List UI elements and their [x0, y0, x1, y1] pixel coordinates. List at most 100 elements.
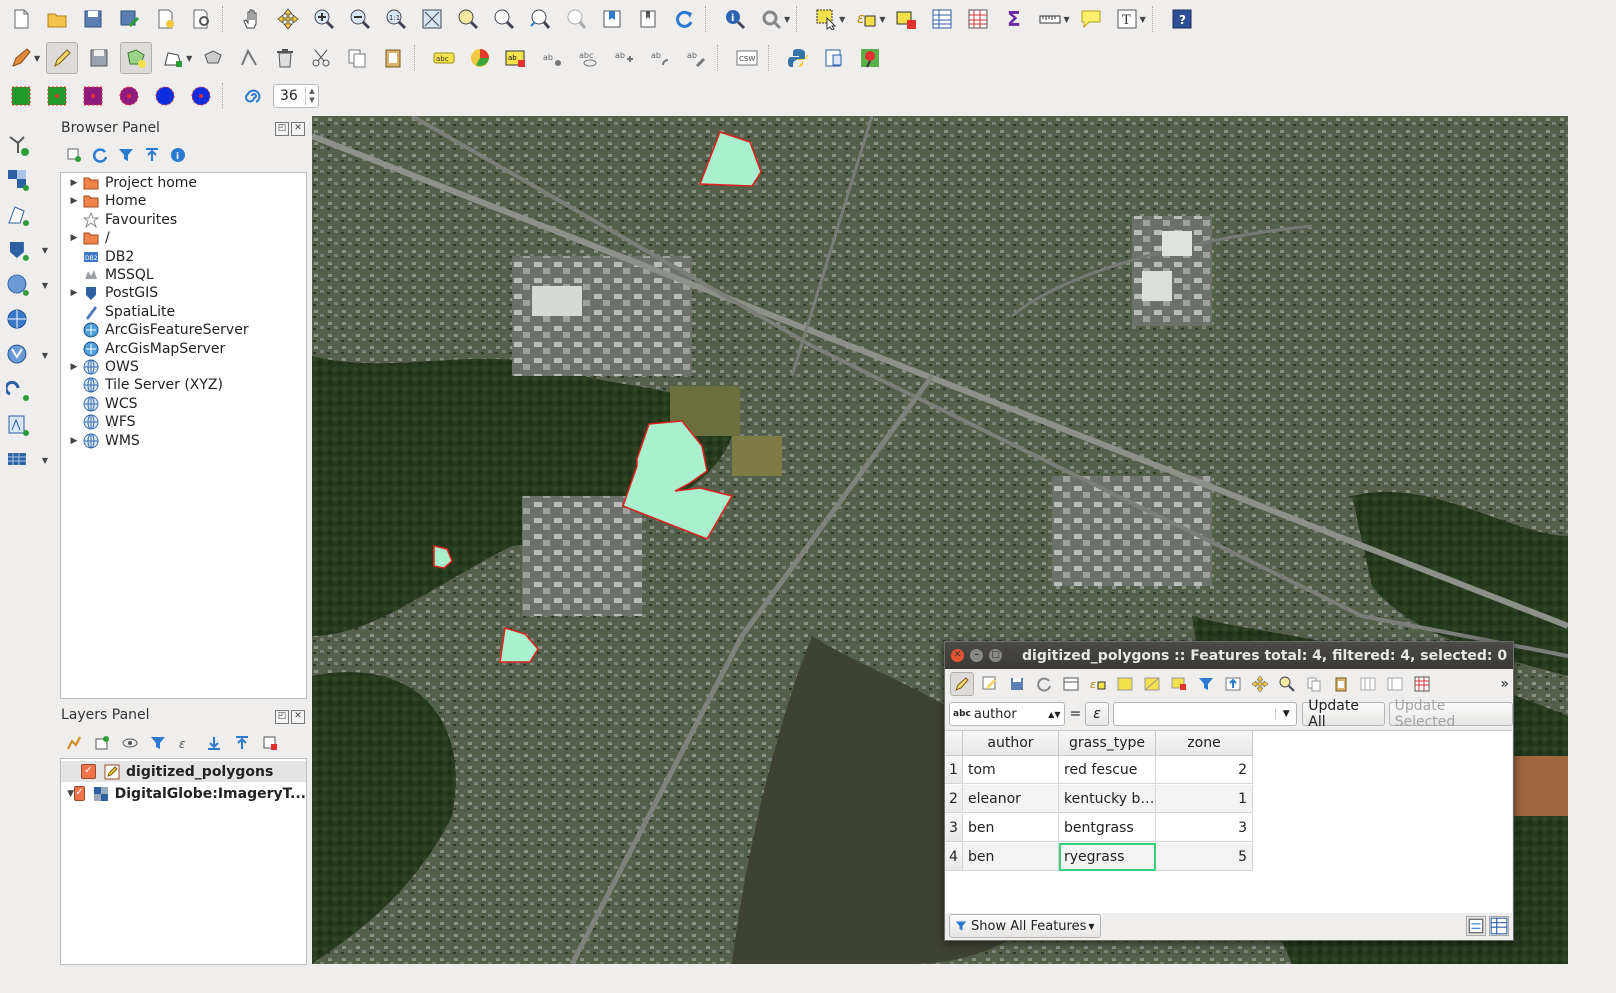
- add-wfs-layer-icon[interactable]: ▼: [6, 340, 48, 370]
- table-cell[interactable]: bentgrass: [1059, 814, 1156, 842]
- add-virtual-layer-icon[interactable]: [6, 375, 48, 405]
- invert-selection-icon[interactable]: [1141, 673, 1163, 695]
- row-number[interactable]: 2: [945, 785, 963, 813]
- browser-item[interactable]: Tile Server (XYZ): [61, 376, 223, 394]
- move-selection-top-icon[interactable]: [1222, 673, 1244, 695]
- browser-item[interactable]: ▶ Home: [61, 192, 147, 210]
- square-extent-shape-icon[interactable]: [78, 81, 108, 111]
- add-group-icon[interactable]: [94, 735, 110, 751]
- expand-arrow-icon[interactable]: ▶: [67, 233, 81, 243]
- browser-item[interactable]: ▶ /: [61, 229, 110, 247]
- pin-labels-icon[interactable]: ab: [537, 43, 567, 73]
- select-by-expression-table-icon[interactable]: ε: [1087, 673, 1109, 695]
- pan-to-selection-icon[interactable]: [273, 4, 303, 34]
- new-field-icon[interactable]: [1384, 673, 1406, 695]
- update-selected-button[interactable]: Update Selected: [1388, 698, 1513, 730]
- help-icon[interactable]: ?: [1167, 4, 1197, 34]
- move-label-icon[interactable]: ab: [609, 43, 639, 73]
- column-header-author[interactable]: author: [963, 731, 1059, 756]
- copy-rows-icon[interactable]: [1303, 673, 1325, 695]
- update-all-button[interactable]: Update All: [1302, 698, 1385, 730]
- select-features-icon[interactable]: [811, 4, 841, 34]
- zoom-to-selected-icon[interactable]: [1276, 673, 1298, 695]
- show-bookmarks-icon[interactable]: [633, 4, 663, 34]
- statistical-summary-icon[interactable]: Σ: [999, 4, 1029, 34]
- open-attribute-table-icon[interactable]: [927, 4, 957, 34]
- expand-arrow-icon[interactable]: ▼: [67, 789, 74, 799]
- browser-item[interactable]: ArcGisFeatureServer: [61, 321, 249, 339]
- regular-polygon-shape-icon[interactable]: [114, 81, 144, 111]
- add-spatialite-layer-icon[interactable]: ▼: [6, 270, 48, 300]
- toggle-editing-icon[interactable]: [46, 42, 79, 74]
- add-selected-layers-icon[interactable]: [66, 147, 82, 163]
- table-cell[interactable]: 1: [1156, 785, 1253, 813]
- collapse-layers-icon[interactable]: [234, 735, 250, 751]
- column-header-zone[interactable]: zone: [1156, 731, 1253, 756]
- refresh-icon[interactable]: [669, 4, 699, 34]
- close-panel-icon[interactable]: ✕: [291, 122, 305, 136]
- zoom-full-icon[interactable]: [417, 4, 447, 34]
- table-cell[interactable]: 2: [1156, 756, 1253, 784]
- browser-item[interactable]: Favourites: [61, 211, 177, 229]
- add-wms-layer-icon[interactable]: [6, 305, 48, 335]
- spin-arrows-icon[interactable]: ▲ ▼: [305, 87, 318, 105]
- layer-digitalglobe-imagery[interactable]: ▼ ✓ DigitalGlobe:ImageryT...: [61, 783, 306, 804]
- python-console-icon[interactable]: [783, 43, 813, 73]
- zoom-last-icon[interactable]: [525, 4, 555, 34]
- zoom-in-icon[interactable]: [309, 4, 339, 34]
- plugin-icon[interactable]: [819, 43, 849, 73]
- manage-themes-icon[interactable]: [122, 735, 138, 751]
- browser-item[interactable]: ▶ Project home: [61, 174, 198, 192]
- layer-digitized-polygons[interactable]: ✓ digitized_polygons: [61, 761, 306, 782]
- circle-center-shape-icon[interactable]: [186, 81, 216, 111]
- collapse-all-icon[interactable]: [144, 147, 160, 163]
- paste-features-icon[interactable]: [378, 43, 408, 73]
- copy-features-icon[interactable]: [342, 43, 372, 73]
- browser-item[interactable]: WFS: [61, 413, 136, 431]
- save-as-icon[interactable]: [114, 4, 144, 34]
- properties-info-icon[interactable]: i: [170, 147, 186, 163]
- select-by-expression-icon[interactable]: ε: [851, 4, 881, 34]
- deselect-all-table-icon[interactable]: [1168, 673, 1190, 695]
- table-cell[interactable]: tom: [963, 756, 1059, 784]
- table-view-icon[interactable]: [1489, 916, 1509, 936]
- value-input[interactable]: ▼: [1112, 702, 1298, 726]
- filter-by-expression-icon[interactable]: ε: [178, 735, 194, 751]
- row-number[interactable]: 1: [945, 756, 963, 784]
- expand-arrow-icon[interactable]: ▶: [67, 288, 81, 298]
- maximize-window-icon[interactable]: □: [989, 649, 1002, 662]
- value-dropdown-icon[interactable]: ▼: [1275, 709, 1296, 719]
- pan-hand-icon[interactable]: [237, 4, 267, 34]
- show-all-features-button[interactable]: Show All Features ▼: [949, 914, 1101, 938]
- close-window-icon[interactable]: ✕: [951, 649, 964, 662]
- table-cell[interactable]: ben: [963, 843, 1059, 871]
- refresh-browser-icon[interactable]: [92, 147, 108, 163]
- close-layers-panel-icon[interactable]: ✕: [291, 710, 305, 724]
- label-abc-icon[interactable]: abc: [429, 43, 459, 73]
- layout-manager-icon[interactable]: [186, 4, 216, 34]
- browser-item[interactable]: WCS: [61, 395, 138, 413]
- table-cell[interactable]: kentucky b…: [1059, 785, 1156, 813]
- minimize-window-icon[interactable]: –: [970, 649, 983, 662]
- identify-features-icon[interactable]: i: [720, 4, 750, 34]
- rectangle-shape-icon[interactable]: [6, 81, 36, 111]
- remove-layer-icon[interactable]: [262, 735, 278, 751]
- current-edits-icon[interactable]: [6, 43, 36, 73]
- browser-item[interactable]: MSSQL: [61, 266, 154, 284]
- csw-icon[interactable]: CSW: [732, 43, 762, 73]
- browser-item[interactable]: SpatiaLite: [61, 303, 175, 321]
- zoom-next-icon[interactable]: [561, 4, 591, 34]
- map-tips-icon[interactable]: [1076, 4, 1106, 34]
- diagram-options-icon[interactable]: [465, 43, 495, 73]
- add-polygon-feature-icon[interactable]: [120, 42, 153, 74]
- text-annotation-icon[interactable]: T: [1112, 4, 1142, 34]
- column-header-grass-type[interactable]: grass_type: [1059, 731, 1156, 756]
- row-number[interactable]: 3: [945, 814, 963, 842]
- new-project-icon[interactable]: [6, 4, 36, 34]
- table-cell[interactable]: 3: [1156, 814, 1253, 842]
- table-cell[interactable]: red fescue: [1059, 756, 1156, 784]
- table-cell[interactable]: ben: [963, 814, 1059, 842]
- zoom-out-icon[interactable]: [345, 4, 375, 34]
- change-label-icon[interactable]: ab: [681, 43, 711, 73]
- node-tool-icon[interactable]: [234, 43, 264, 73]
